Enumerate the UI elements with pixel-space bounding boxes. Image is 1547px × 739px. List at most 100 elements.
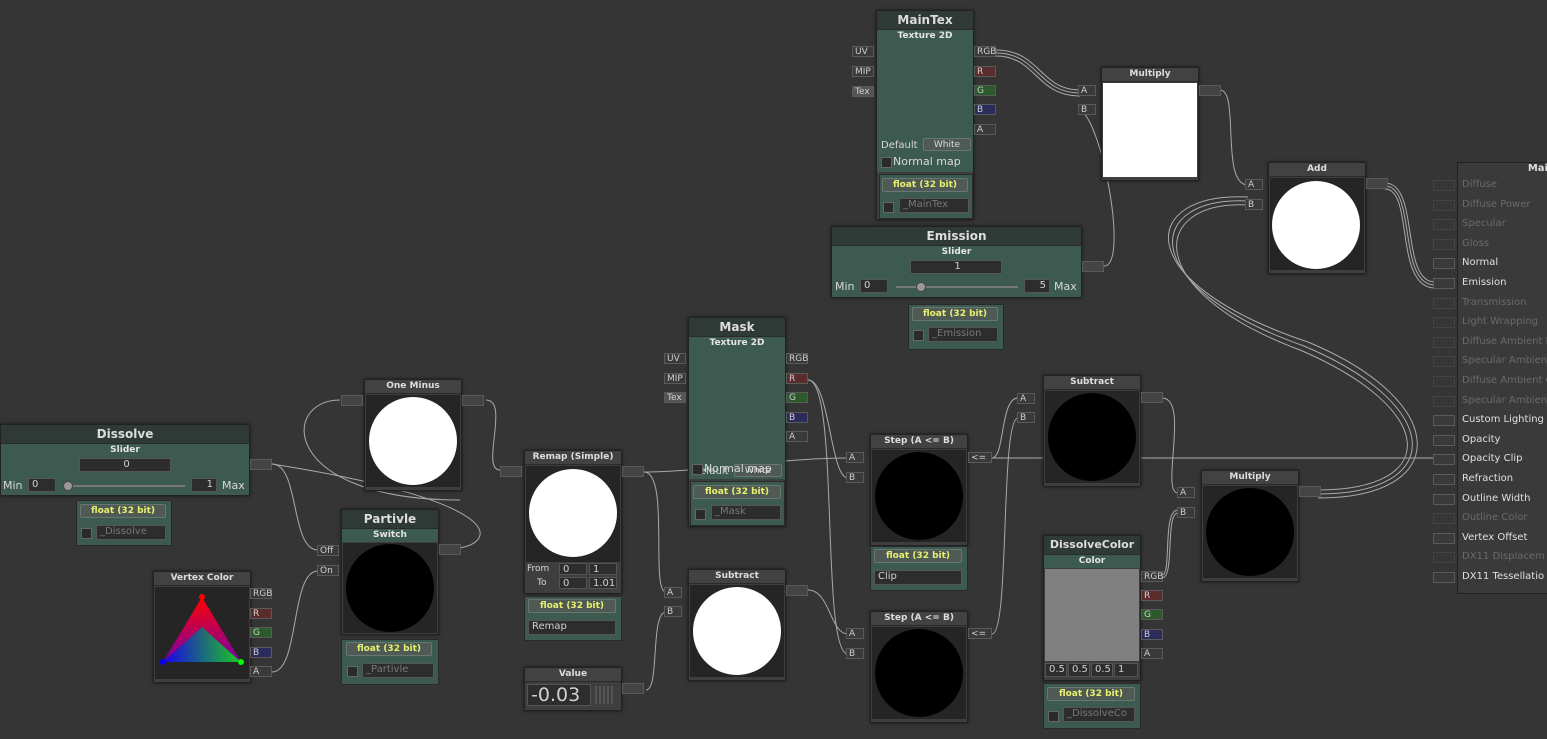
slider-knob[interactable] [63, 481, 73, 491]
add-node[interactable]: Add [1268, 162, 1366, 274]
color-a-field[interactable]: 1 [1114, 663, 1138, 677]
main-input-port[interactable] [1433, 376, 1455, 387]
multiply-bottom-node[interactable]: Multiply [1201, 470, 1299, 582]
exposed-checkbox[interactable] [81, 528, 92, 539]
main-input-port[interactable] [1433, 317, 1455, 329]
mask-input-tex[interactable]: Tex [664, 392, 686, 403]
drag-handle[interactable] [595, 686, 615, 704]
main-input-port[interactable] [1433, 199, 1455, 211]
precision-dropdown[interactable]: float (32 bit) [874, 549, 962, 563]
dissolve-color-node[interactable]: DissolveColor Color 0.5 0.5 0.5 1 [1043, 535, 1141, 681]
emission-output[interactable] [1082, 261, 1104, 272]
slider-value-field[interactable]: 0 [79, 458, 171, 472]
vertex-color-output-a[interactable]: A [250, 666, 272, 677]
mask-output-rgb[interactable]: RGB [786, 353, 808, 364]
min-field[interactable]: 0 [28, 478, 56, 492]
subtract-bottom-node[interactable]: Subtract [688, 569, 786, 681]
value-field[interactable]: -0.03 [527, 684, 591, 706]
subtract-bottom-input-a[interactable]: A [664, 587, 682, 598]
from-max-field[interactable]: 1 [589, 563, 617, 575]
main-input-port[interactable] [1433, 572, 1455, 583]
multiply-top-input-a[interactable]: A [1078, 85, 1096, 96]
from-min-field[interactable]: 0 [559, 563, 587, 575]
step-top-node[interactable]: Step (A <= B) [870, 434, 968, 546]
normal-map-checkbox[interactable] [881, 157, 892, 168]
multiply-bottom-input-b[interactable]: B [1177, 507, 1195, 518]
slider-track[interactable] [63, 485, 185, 487]
mask-output-b[interactable]: B [786, 412, 808, 423]
max-field[interactable]: 1 [191, 478, 217, 492]
mask-node[interactable]: Mask Texture 2D Default White Normal map… [688, 317, 786, 527]
to-max-field[interactable]: 1.01 [589, 577, 617, 589]
maintex-output-b[interactable]: B [974, 104, 996, 115]
property-name-field[interactable]: _Dissolve [96, 525, 166, 540]
mask-output-a[interactable]: A [786, 431, 808, 442]
vertex-color-output-g[interactable]: G [250, 627, 272, 638]
main-input-port[interactable] [1433, 513, 1455, 525]
multiply-bottom-output[interactable] [1299, 486, 1321, 497]
maintex-output-rgb[interactable]: RGB [974, 46, 996, 57]
main-input-port[interactable] [1433, 219, 1455, 231]
partivle-input-on[interactable]: On [317, 565, 339, 576]
maintex-input-tex[interactable]: Tex [852, 86, 874, 97]
vertex-color-output-rgb[interactable]: RGB [250, 588, 272, 599]
property-name-field[interactable]: _Partivle [362, 663, 434, 678]
mask-input-mip[interactable]: MIP [664, 373, 686, 384]
one-minus-input[interactable] [341, 395, 363, 406]
mask-input-uv[interactable]: UV [664, 353, 686, 364]
normal-map-checkbox[interactable] [692, 464, 703, 475]
dissolve-node[interactable]: Dissolve Slider 0 Min 0 1 Max [0, 424, 250, 496]
subtract-top-input-b[interactable]: B [1017, 412, 1035, 423]
slider-track[interactable] [896, 286, 1018, 288]
step-bottom-input-a[interactable]: A [846, 628, 864, 639]
emission-node[interactable]: Emission Slider 1 Min 0 5 Max [831, 226, 1082, 298]
main-input-port[interactable] [1433, 434, 1455, 446]
property-name-field[interactable]: _DissolveCo [1063, 707, 1135, 722]
partivle-node[interactable]: Partivle Switch [341, 509, 439, 635]
precision-dropdown[interactable]: float (32 bit) [1047, 687, 1135, 701]
main-input-port[interactable] [1433, 278, 1455, 289]
add-output[interactable] [1366, 178, 1388, 189]
property-name-field[interactable]: _MainTex [899, 198, 969, 213]
dissolve-color-output-r[interactable]: R [1141, 590, 1163, 601]
exposed-checkbox[interactable] [1048, 711, 1059, 722]
step-bottom-output[interactable]: <= [968, 628, 992, 639]
add-input-b[interactable]: B [1245, 199, 1263, 210]
color-g-field[interactable]: 0.5 [1068, 663, 1090, 677]
step-top-input-a[interactable]: A [846, 452, 864, 463]
remap-input[interactable] [500, 466, 522, 477]
main-input-port[interactable] [1433, 180, 1455, 191]
subtract-top-node[interactable]: Subtract [1043, 375, 1141, 487]
remap-node[interactable]: Remap (Simple) From 0 1 To 0 1.01 [524, 450, 622, 594]
vertex-color-output-b[interactable]: B [250, 647, 272, 658]
dissolve-color-output-b[interactable]: B [1141, 629, 1163, 640]
value-node[interactable]: Value -0.03 [524, 667, 622, 711]
max-field[interactable]: 5 [1024, 279, 1050, 293]
vertex-color-node[interactable]: Vertex Color [153, 571, 251, 683]
variable-name-field[interactable]: Remap [528, 620, 616, 635]
slider-value-field[interactable]: 1 [910, 260, 1002, 274]
main-input-port[interactable] [1433, 415, 1455, 427]
exposed-checkbox[interactable] [913, 330, 924, 341]
main-input-port[interactable] [1433, 336, 1455, 348]
exposed-checkbox[interactable] [695, 509, 706, 520]
default-dropdown[interactable]: White [923, 138, 971, 151]
main-input-port[interactable] [1433, 297, 1455, 309]
to-min-field[interactable]: 0 [559, 577, 587, 589]
partivle-input-off[interactable]: Off [317, 545, 339, 556]
maintex-output-r[interactable]: R [974, 66, 996, 77]
dissolve-output[interactable] [250, 459, 272, 470]
dissolve-color-output-g[interactable]: G [1141, 609, 1163, 620]
main-input-port[interactable] [1433, 258, 1455, 270]
color-b-field[interactable]: 0.5 [1091, 663, 1113, 677]
add-input-a[interactable]: A [1245, 179, 1263, 190]
maintex-input-uv[interactable]: UV [852, 46, 874, 57]
property-name-field[interactable]: _Emission [928, 327, 998, 342]
min-field[interactable]: 0 [860, 279, 888, 293]
maintex-output-g[interactable]: G [974, 85, 996, 96]
multiply-top-input-b[interactable]: B [1078, 104, 1096, 115]
main-input-port[interactable] [1433, 552, 1455, 564]
subtract-top-input-a[interactable]: A [1017, 393, 1035, 404]
subtract-top-output[interactable] [1141, 392, 1163, 403]
maintex-output-a[interactable]: A [974, 124, 996, 135]
